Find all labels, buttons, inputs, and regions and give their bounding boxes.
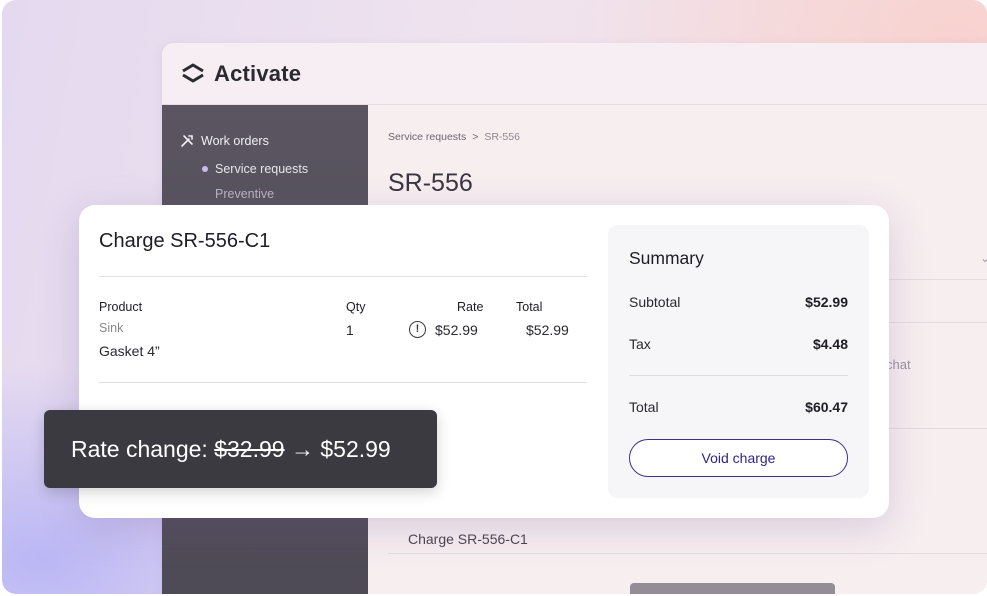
chat-label: chat: [886, 357, 911, 372]
app-name: Activate: [214, 60, 302, 86]
qty-value: 1: [346, 322, 354, 338]
divider: [99, 382, 587, 383]
charge-list-item[interactable]: Charge SR-556-C1: [408, 531, 528, 547]
divider: [99, 276, 587, 277]
tax-value: $4.48: [812, 336, 848, 352]
product-name: Gasket 4”: [99, 343, 160, 359]
tooltip-prefix: Rate change:: [71, 435, 215, 462]
arrow-icon: →: [284, 435, 321, 462]
rate-change-tooltip: Rate change: $32.99 → $52.99: [44, 410, 437, 488]
page-title: SR-556: [388, 169, 473, 197]
total-amount: $60.47: [805, 399, 848, 415]
column-header-product: Product: [99, 300, 143, 314]
chevron-down-icon: ⌄: [980, 251, 987, 265]
total-label: Total: [629, 399, 659, 415]
total-value: $52.99: [526, 322, 569, 338]
subtotal-label: Subtotal: [629, 294, 681, 310]
tools-icon: [181, 135, 193, 147]
summary-title: Summary: [629, 248, 704, 268]
breadcrumb: Service requests > SR-556: [388, 131, 520, 143]
product-category: Sink: [99, 321, 124, 335]
void-charge-button[interactable]: Void charge: [629, 439, 848, 477]
tax-label: Tax: [629, 336, 651, 352]
background-stage: Activate Work orders Service requests Pr…: [2, 0, 987, 594]
breadcrumb-current: SR-556: [484, 131, 520, 143]
sidebar-item-label: Work orders: [201, 134, 269, 148]
charge-title: Charge SR-556-C1: [99, 230, 271, 252]
old-rate: $32.99: [214, 435, 285, 462]
column-header-rate: Rate: [457, 300, 484, 314]
app-header: Activate: [162, 43, 987, 105]
column-header-total: Total: [516, 300, 543, 314]
divider: [388, 553, 987, 554]
sidebar-item-label: Preventive: [215, 187, 275, 201]
alert-circle-icon[interactable]: !: [409, 321, 426, 338]
sidebar-item-service-requests[interactable]: Service requests: [202, 162, 308, 176]
active-dot-icon: [202, 166, 208, 172]
logo-icon: [182, 63, 204, 82]
breadcrumb-parent[interactable]: Service requests: [388, 131, 466, 143]
sidebar-item-work-orders[interactable]: Work orders: [180, 134, 269, 148]
column-header-qty: Qty: [346, 300, 366, 314]
subtotal-value: $52.99: [805, 294, 848, 310]
sidebar-item-label: Service requests: [215, 162, 309, 176]
breadcrumb-separator-icon: >: [472, 131, 479, 143]
sidebar-item-preventive[interactable]: Preventive: [215, 187, 274, 201]
rate-value: $52.99: [435, 322, 478, 338]
summary-panel: Summary Subtotal $52.99 Tax $4.48 Total …: [608, 225, 869, 498]
placeholder-block: [630, 583, 835, 594]
divider: [629, 375, 848, 376]
new-rate: $52.99: [320, 435, 391, 462]
